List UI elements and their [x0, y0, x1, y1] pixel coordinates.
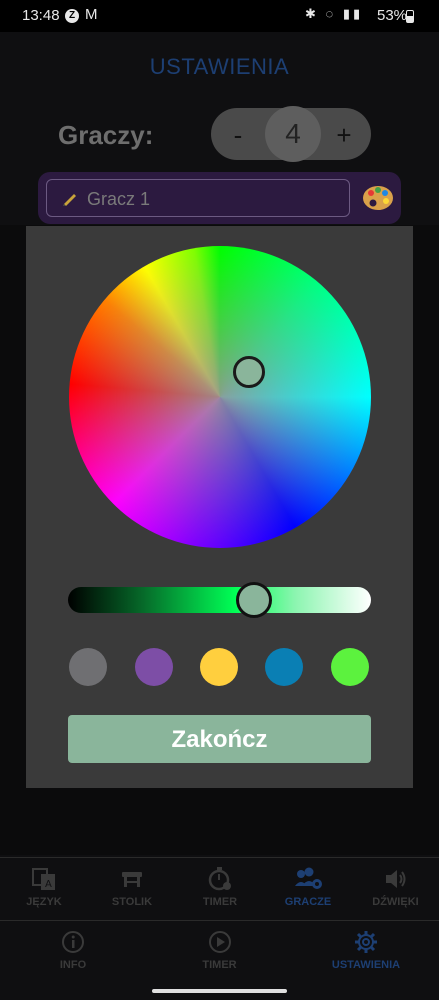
decrement-players-button[interactable]: -: [223, 120, 253, 151]
color-swatch-yellow[interactable]: [200, 648, 238, 686]
tab-table[interactable]: STOLIK: [88, 858, 176, 920]
tab-label: JĘZYK: [26, 896, 62, 908]
tab-label: DŹWIĘKI: [372, 896, 419, 908]
language-icon: A: [32, 868, 55, 890]
players-count: 4: [265, 106, 321, 162]
tab-label: TIMER: [202, 959, 237, 971]
tab-timer[interactable]: TIMER: [146, 921, 293, 983]
svg-text:A: A: [45, 879, 52, 890]
palette-icon[interactable]: [362, 184, 394, 212]
info-icon: [62, 931, 84, 953]
table-icon: [122, 872, 142, 887]
players-stepper: - 4 +: [211, 106, 371, 162]
tab-sounds[interactable]: DŹWIĘKI: [352, 858, 439, 920]
brightness-slider-handle[interactable]: [236, 582, 272, 618]
tab-players[interactable]: GRACZE: [264, 858, 352, 920]
color-swatch-blue[interactable]: [265, 648, 303, 686]
status-bar: 13:48 Z M ✱ ◌ ▮▮ 53%: [0, 0, 439, 32]
tab-timer-settings[interactable]: TIMER: [176, 858, 264, 920]
color-wheel-handle[interactable]: [233, 356, 265, 388]
tab-language[interactable]: A JĘZYK: [0, 858, 88, 920]
app-notification-icon: Z: [65, 9, 79, 23]
battery-icon: [406, 10, 414, 23]
tab-label: INFO: [59, 959, 87, 971]
pencil-icon: [63, 194, 76, 206]
tab-label: USTAWIENIA: [331, 959, 401, 971]
battery-percent: 53%: [377, 7, 408, 24]
main-tab-bar: INFO TIMER USTAWIENIA: [0, 920, 439, 983]
player-name: Gracz 1: [87, 189, 151, 209]
tab-label: STOLIK: [111, 896, 153, 908]
color-swatch-purple[interactable]: [135, 648, 173, 686]
page-title: USTAWIENIA: [149, 54, 290, 79]
stopwatch-icon: [208, 867, 231, 891]
tab-settings[interactable]: USTAWIENIA: [293, 921, 439, 983]
players-icon: [295, 867, 322, 889]
speaker-icon: [385, 870, 405, 888]
tab-label: GRACZE: [284, 896, 332, 908]
tab-info[interactable]: INFO: [0, 921, 146, 983]
increment-players-button[interactable]: +: [329, 120, 359, 151]
system-status-icons: ✱ ◌ ▮▮: [305, 6, 364, 21]
brightness-slider[interactable]: [68, 587, 371, 613]
color-wheel-saturation: [69, 246, 371, 548]
settings-tab-bar: A JĘZYK STOLIK TIMER GRACZE DŹWIĘKI: [0, 857, 439, 920]
status-time: 13:48: [22, 7, 60, 24]
color-swatch-green[interactable]: [331, 648, 369, 686]
player-card: Gracz 1: [38, 172, 401, 224]
tab-label: TIMER: [202, 896, 238, 908]
done-button[interactable]: Zakończ: [68, 715, 371, 763]
mail-icon: M: [85, 6, 98, 23]
gear-icon: [355, 931, 377, 953]
color-picker-dialog: Zakończ: [26, 226, 413, 788]
players-label: Graczy:: [58, 120, 154, 150]
gesture-handle[interactable]: [152, 989, 287, 993]
player-name-field[interactable]: Gracz 1: [46, 179, 350, 217]
play-icon: [208, 931, 231, 953]
color-wheel[interactable]: [69, 246, 371, 548]
color-swatch-gray[interactable]: [69, 648, 107, 686]
